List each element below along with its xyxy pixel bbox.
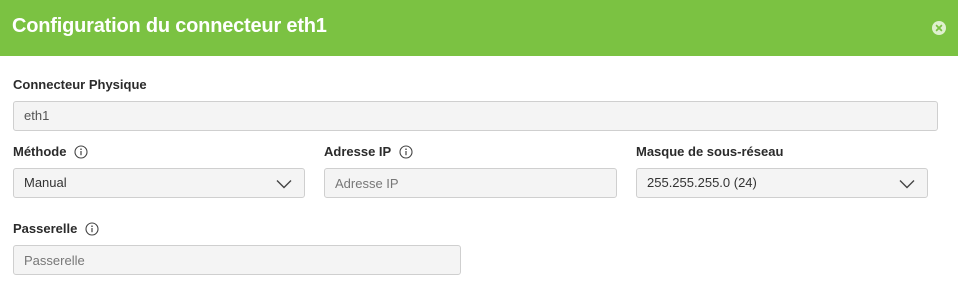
physical-connector-field: eth1	[13, 101, 938, 131]
info-icon[interactable]	[85, 221, 99, 236]
close-button[interactable]	[932, 21, 946, 35]
chevron-down-icon	[899, 180, 915, 189]
method-select[interactable]: Manual	[13, 168, 305, 198]
ip-address-label-text: Adresse IP	[324, 144, 392, 159]
physical-connector-label-text: Connecteur Physique	[13, 77, 147, 92]
chevron-down-icon	[276, 180, 292, 189]
subnet-mask-label-text: Masque de sous-réseau	[636, 144, 784, 159]
method-label-text: Méthode	[13, 144, 67, 159]
subnet-mask-label: Masque de sous-réseau	[636, 144, 783, 159]
info-icon[interactable]	[399, 144, 413, 159]
dialog-title: Configuration du connecteur eth1	[12, 15, 327, 37]
method-selected-value: Manual	[24, 175, 67, 190]
dialog-header: Configuration du connecteur eth1	[0, 0, 958, 56]
ip-address-label: Adresse IP	[324, 144, 413, 159]
info-icon[interactable]	[74, 144, 89, 159]
subnet-mask-selected-value: 255.255.255.0 (24)	[647, 175, 757, 190]
gateway-input[interactable]	[13, 245, 461, 275]
physical-connector-label: Connecteur Physique	[13, 77, 147, 92]
close-icon	[935, 24, 943, 32]
gateway-label-text: Passerelle	[13, 221, 78, 236]
ip-address-input[interactable]	[324, 168, 617, 198]
method-label: Méthode	[13, 144, 89, 159]
subnet-mask-select[interactable]: 255.255.255.0 (24)	[636, 168, 928, 198]
gateway-label: Passerelle	[13, 221, 99, 236]
